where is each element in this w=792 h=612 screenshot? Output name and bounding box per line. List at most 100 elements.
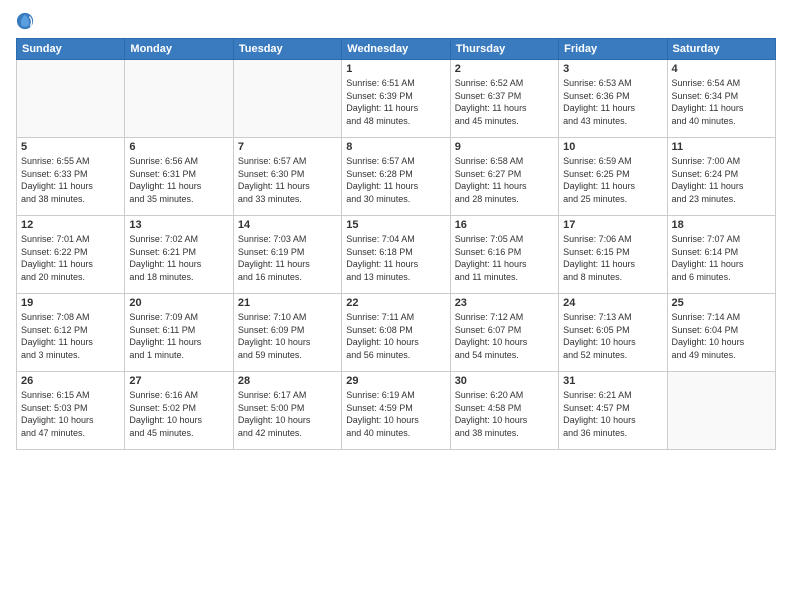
day-number: 10 xyxy=(563,141,662,153)
day-info: Sunrise: 7:14 AM Sunset: 6:04 PM Dayligh… xyxy=(672,311,771,361)
day-cell: 22 Sunrise: 7:11 AM Sunset: 6:08 PM Dayli… xyxy=(342,294,450,372)
header-cell-monday: Monday xyxy=(125,39,233,60)
day-number: 22 xyxy=(346,297,445,309)
day-cell: 6 Sunrise: 6:56 AM Sunset: 6:31 PM Daylig… xyxy=(125,138,233,216)
day-info: Sunrise: 7:04 AM Sunset: 6:18 PM Dayligh… xyxy=(346,233,445,283)
header xyxy=(16,12,776,30)
week-row-4: 26 Sunrise: 6:15 AM Sunset: 5:03 PM Dayli… xyxy=(17,372,776,450)
day-info: Sunrise: 7:07 AM Sunset: 6:14 PM Dayligh… xyxy=(672,233,771,283)
day-cell: 13 Sunrise: 7:02 AM Sunset: 6:21 PM Dayli… xyxy=(125,216,233,294)
day-cell: 15 Sunrise: 7:04 AM Sunset: 6:18 PM Dayli… xyxy=(342,216,450,294)
day-info: Sunrise: 7:01 AM Sunset: 6:22 PM Dayligh… xyxy=(21,233,120,283)
day-cell: 27Sunrise: 6:16 AM Sunset: 5:02 PM Dayli… xyxy=(125,372,233,450)
day-info: Sunrise: 7:12 AM Sunset: 6:07 PM Dayligh… xyxy=(455,311,554,361)
day-cell: 14 Sunrise: 7:03 AM Sunset: 6:19 PM Dayli… xyxy=(233,216,341,294)
day-number: 6 xyxy=(129,141,228,153)
day-cell: 9 Sunrise: 6:58 AM Sunset: 6:27 PM Daylig… xyxy=(450,138,558,216)
day-info: Sunrise: 7:03 AM Sunset: 6:19 PM Dayligh… xyxy=(238,233,337,283)
day-info: Sunrise: 6:19 AM Sunset: 4:59 PM Dayligh… xyxy=(346,389,445,439)
day-info: Sunrise: 6:15 AM Sunset: 5:03 PM Dayligh… xyxy=(21,389,120,439)
day-number: 4 xyxy=(672,63,771,75)
day-number: 9 xyxy=(455,141,554,153)
day-cell: 21 Sunrise: 7:10 AM Sunset: 6:09 PM Dayli… xyxy=(233,294,341,372)
day-number: 12 xyxy=(21,219,120,231)
day-info: Sunrise: 6:20 AM Sunset: 4:58 PM Dayligh… xyxy=(455,389,554,439)
day-cell xyxy=(17,60,125,138)
day-cell: 4 Sunrise: 6:54 AM Sunset: 6:34 PM Daylig… xyxy=(667,60,775,138)
header-row: SundayMondayTuesdayWednesdayThursdayFrid… xyxy=(17,39,776,60)
day-number: 15 xyxy=(346,219,445,231)
day-info: Sunrise: 6:57 AM Sunset: 6:28 PM Dayligh… xyxy=(346,155,445,205)
day-number: 14 xyxy=(238,219,337,231)
header-cell-saturday: Saturday xyxy=(667,39,775,60)
day-cell: 8 Sunrise: 6:57 AM Sunset: 6:28 PM Daylig… xyxy=(342,138,450,216)
header-cell-thursday: Thursday xyxy=(450,39,558,60)
day-cell: 26 Sunrise: 6:15 AM Sunset: 5:03 PM Dayli… xyxy=(17,372,125,450)
day-number: 28 xyxy=(238,375,337,387)
day-cell: 5 Sunrise: 6:55 AM Sunset: 6:33 PM Daylig… xyxy=(17,138,125,216)
day-info: Sunrise: 6:58 AM Sunset: 6:27 PM Dayligh… xyxy=(455,155,554,205)
day-cell xyxy=(233,60,341,138)
day-number: 17 xyxy=(563,219,662,231)
day-info: Sunrise: 6:57 AM Sunset: 6:30 PM Dayligh… xyxy=(238,155,337,205)
day-cell: 10 Sunrise: 6:59 AM Sunset: 6:25 PM Dayli… xyxy=(559,138,667,216)
day-cell: 17 Sunrise: 7:06 AM Sunset: 6:15 PM Dayli… xyxy=(559,216,667,294)
week-row-2: 12 Sunrise: 7:01 AM Sunset: 6:22 PM Dayli… xyxy=(17,216,776,294)
day-number: 26 xyxy=(21,375,120,387)
day-info: Sunrise: 7:05 AM Sunset: 6:16 PM Dayligh… xyxy=(455,233,554,283)
day-cell xyxy=(125,60,233,138)
day-number: 1 xyxy=(346,63,445,75)
day-info: Sunrise: 7:09 AM Sunset: 6:11 PM Dayligh… xyxy=(129,311,228,361)
logo xyxy=(16,12,38,30)
day-cell xyxy=(667,372,775,450)
day-info: Sunrise: 6:59 AM Sunset: 6:25 PM Dayligh… xyxy=(563,155,662,205)
day-number: 3 xyxy=(563,63,662,75)
day-info: Sunrise: 7:06 AM Sunset: 6:15 PM Dayligh… xyxy=(563,233,662,283)
day-number: 20 xyxy=(129,297,228,309)
day-info: Sunrise: 6:56 AM Sunset: 6:31 PM Dayligh… xyxy=(129,155,228,205)
week-row-0: 1 Sunrise: 6:51 AM Sunset: 6:39 PM Daylig… xyxy=(17,60,776,138)
day-info: Sunrise: 6:52 AM Sunset: 6:37 PM Dayligh… xyxy=(455,77,554,127)
day-number: 16 xyxy=(455,219,554,231)
day-cell: 29 Sunrise: 6:19 AM Sunset: 4:59 PM Dayli… xyxy=(342,372,450,450)
day-info: Sunrise: 6:54 AM Sunset: 6:34 PM Dayligh… xyxy=(672,77,771,127)
day-number: 2 xyxy=(455,63,554,75)
day-number: 8 xyxy=(346,141,445,153)
day-number: 29 xyxy=(346,375,445,387)
day-number: 18 xyxy=(672,219,771,231)
day-number: 31 xyxy=(563,375,662,387)
day-info: Sunrise: 7:11 AM Sunset: 6:08 PM Dayligh… xyxy=(346,311,445,361)
day-number: 11 xyxy=(672,141,771,153)
day-info: Sunrise: 6:21 AM Sunset: 4:57 PM Dayligh… xyxy=(563,389,662,439)
week-row-3: 19 Sunrise: 7:08 AM Sunset: 6:12 PM Dayli… xyxy=(17,294,776,372)
day-info: Sunrise: 7:10 AM Sunset: 6:09 PM Dayligh… xyxy=(238,311,337,361)
day-cell: 7Sunrise: 6:57 AM Sunset: 6:30 PM Daylig… xyxy=(233,138,341,216)
day-info: Sunrise: 7:02 AM Sunset: 6:21 PM Dayligh… xyxy=(129,233,228,283)
day-cell: 11 Sunrise: 7:00 AM Sunset: 6:24 PM Dayli… xyxy=(667,138,775,216)
day-info: Sunrise: 6:53 AM Sunset: 6:36 PM Dayligh… xyxy=(563,77,662,127)
day-number: 25 xyxy=(672,297,771,309)
header-cell-friday: Friday xyxy=(559,39,667,60)
day-cell: 28 Sunrise: 6:17 AM Sunset: 5:00 PM Dayli… xyxy=(233,372,341,450)
day-number: 27 xyxy=(129,375,228,387)
day-cell: 25 Sunrise: 7:14 AM Sunset: 6:04 PM Dayli… xyxy=(667,294,775,372)
day-number: 5 xyxy=(21,141,120,153)
day-info: Sunrise: 6:17 AM Sunset: 5:00 PM Dayligh… xyxy=(238,389,337,439)
day-info: Sunrise: 6:55 AM Sunset: 6:33 PM Dayligh… xyxy=(21,155,120,205)
week-row-1: 5 Sunrise: 6:55 AM Sunset: 6:33 PM Daylig… xyxy=(17,138,776,216)
day-number: 21 xyxy=(238,297,337,309)
day-cell: 20 Sunrise: 7:09 AM Sunset: 6:11 PM Dayli… xyxy=(125,294,233,372)
day-info: Sunrise: 7:00 AM Sunset: 6:24 PM Dayligh… xyxy=(672,155,771,205)
day-cell: 12 Sunrise: 7:01 AM Sunset: 6:22 PM Dayli… xyxy=(17,216,125,294)
day-info: Sunrise: 7:08 AM Sunset: 6:12 PM Dayligh… xyxy=(21,311,120,361)
day-number: 23 xyxy=(455,297,554,309)
day-number: 19 xyxy=(21,297,120,309)
header-cell-wednesday: Wednesday xyxy=(342,39,450,60)
day-cell: 19 Sunrise: 7:08 AM Sunset: 6:12 PM Dayli… xyxy=(17,294,125,372)
page: SundayMondayTuesdayWednesdayThursdayFrid… xyxy=(0,0,792,612)
day-number: 13 xyxy=(129,219,228,231)
day-cell: 31 Sunrise: 6:21 AM Sunset: 4:57 PM Dayli… xyxy=(559,372,667,450)
day-info: Sunrise: 6:51 AM Sunset: 6:39 PM Dayligh… xyxy=(346,77,445,127)
header-cell-sunday: Sunday xyxy=(17,39,125,60)
day-cell: 24Sunrise: 7:13 AM Sunset: 6:05 PM Dayli… xyxy=(559,294,667,372)
